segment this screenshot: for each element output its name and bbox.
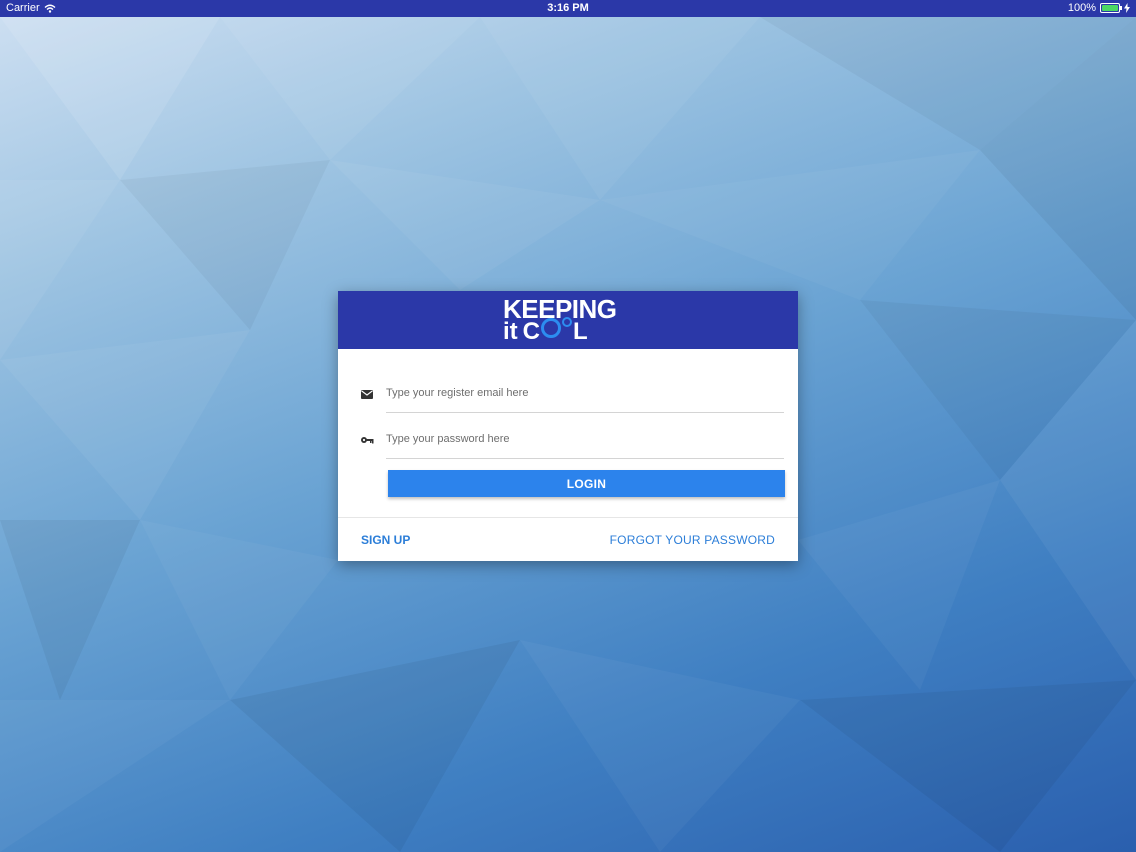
keeping-it-cool-logo: KEEPING it C L: [503, 295, 638, 345]
envelope-icon: [361, 390, 373, 399]
card-header: KEEPING it C L: [338, 291, 798, 349]
email-input[interactable]: [386, 374, 784, 413]
status-bar: Carrier 3:16 PM 100%: [0, 0, 1136, 17]
login-button[interactable]: LOGIN: [388, 470, 785, 497]
status-right: 100%: [1068, 2, 1130, 14]
logo-line2: it C L: [503, 317, 588, 345]
status-time: 3:16 PM: [547, 2, 589, 14]
card-divider: [338, 517, 798, 518]
password-input[interactable]: [386, 420, 784, 459]
charging-icon: [1124, 3, 1130, 13]
logo-o-icon: [541, 318, 562, 338]
login-screen: Carrier 3:16 PM 100% KEEPING it C L Type…: [0, 0, 1136, 852]
login-card: KEEPING it C L Type your register email …: [338, 291, 798, 561]
logo-small-o-icon: [562, 317, 573, 327]
logo-l: L: [573, 318, 588, 345]
email-field-row: [360, 374, 784, 414]
password-field-row: [360, 420, 784, 460]
logo-it: it: [503, 318, 518, 345]
key-icon: [361, 437, 374, 444]
forgot-password-link[interactable]: FORGOT YOUR PASSWORD: [610, 533, 775, 547]
logo-c: C: [522, 318, 541, 345]
battery-percent: 100%: [1067, 2, 1096, 14]
sign-up-link[interactable]: SIGN UP: [361, 533, 410, 547]
battery-icon: [1100, 3, 1122, 13]
